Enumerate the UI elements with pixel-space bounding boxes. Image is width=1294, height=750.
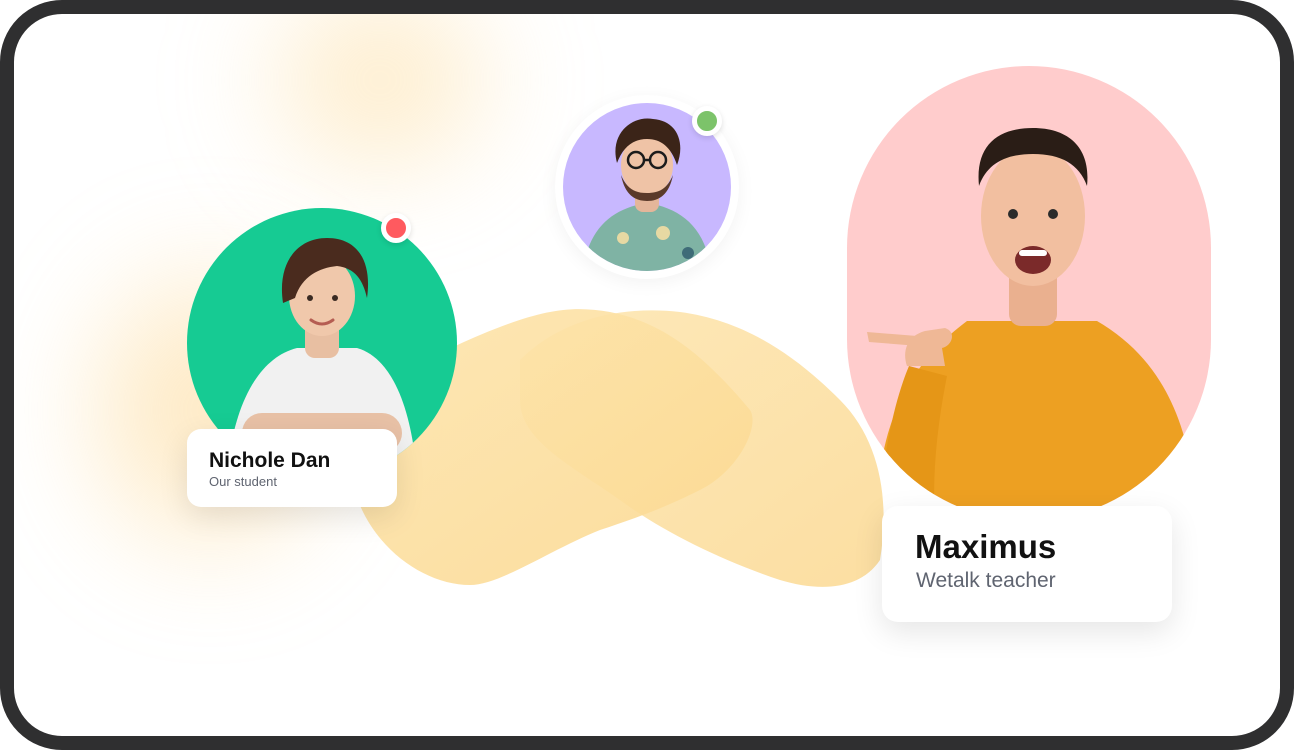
status-offline-dot [381,213,411,243]
status-online-dot [692,106,722,136]
hero-illustration: Nichole Dan Our student Maximus Wetalk t… [14,14,1280,736]
teacher-avatar [847,66,1211,521]
teacher-role: Wetalk teacher [916,569,1056,592]
teacher-name: Maximus [915,528,1057,565]
student-name-card: Nichole Dan Our student [187,429,397,507]
teacher-name-card: Maximus Wetalk teacher [882,506,1172,622]
device-frame: Nichole Dan Our student Maximus Wetalk t… [0,0,1294,750]
student-role: Our student [209,474,277,489]
man-pointing-avatar-icon [867,128,1197,521]
student-name: Nichole Dan [209,449,331,472]
